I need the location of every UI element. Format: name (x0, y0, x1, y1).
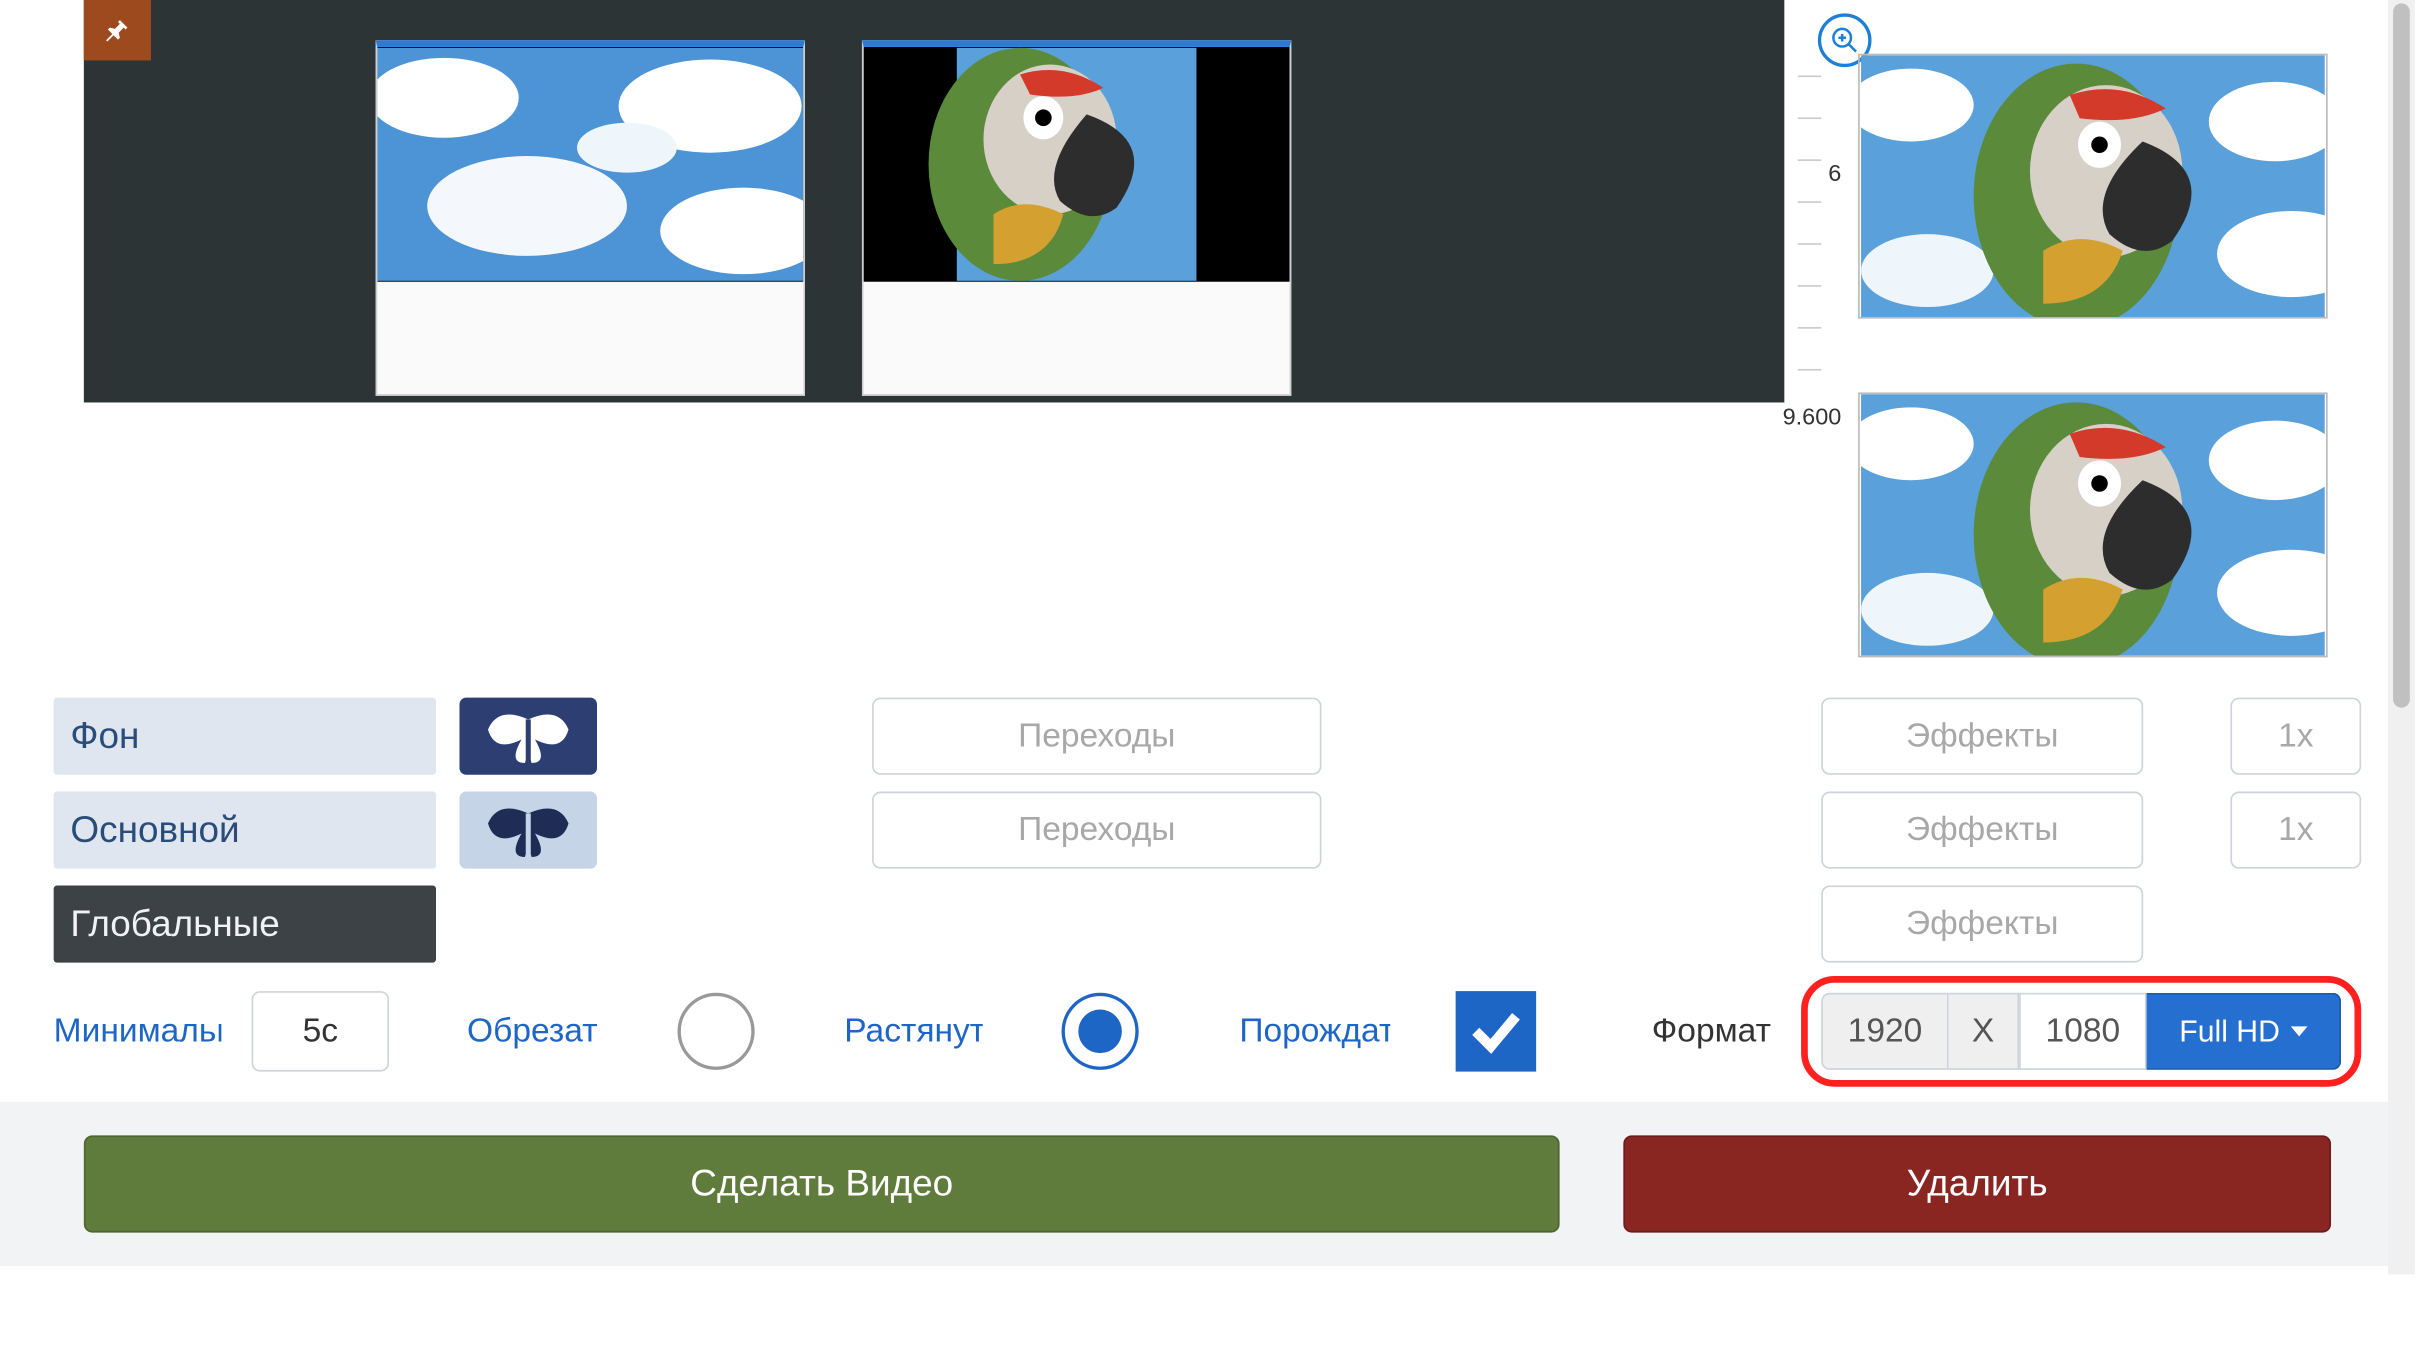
effects-button[interactable]: Эффекты (1821, 698, 2143, 775)
preview-stage (84, 0, 1784, 402)
sky-clouds-image (377, 47, 803, 282)
speed-button[interactable]: 1x (2230, 792, 2361, 869)
format-separator: X (1949, 993, 2019, 1070)
effects-button[interactable]: Эффекты (1821, 885, 2143, 962)
format-width[interactable]: 1920 (1821, 993, 1948, 1070)
make-video-button[interactable]: Сделать Видео (84, 1135, 1560, 1232)
crop-label: Обрезать (467, 1012, 596, 1051)
format-height[interactable]: 1080 (2019, 993, 2146, 1070)
timeline-thumbnail-2[interactable] (862, 40, 1291, 396)
transitions-button[interactable]: Переходы (872, 698, 1321, 775)
frame-preview-1[interactable] (1858, 54, 2328, 319)
layer-main-label[interactable]: Основной (54, 792, 436, 869)
butterfly-icon[interactable] (459, 792, 597, 869)
butterfly-icon[interactable] (459, 698, 597, 775)
scrollbar-thumb[interactable] (2393, 3, 2410, 707)
layer-global-label[interactable]: Глобальные (54, 885, 436, 962)
frame-preview-2[interactable] (1858, 392, 2328, 657)
duration-input[interactable] (252, 991, 390, 1071)
parrot-image (864, 47, 1290, 282)
ruler-tick: 6 (1828, 159, 1848, 186)
delete-button[interactable]: Удалить (1623, 1135, 2331, 1232)
minimal-duration-label: Минимальная (54, 1012, 222, 1051)
stretch-label: Растянуть (844, 1012, 983, 1051)
speed-button[interactable]: 1x (2230, 698, 2361, 775)
crop-radio[interactable] (677, 993, 754, 1070)
stretch-radio[interactable] (1061, 993, 1138, 1070)
ruler-tick: 9.600 (1783, 402, 1848, 429)
timeline-thumbnail-1[interactable] (376, 40, 805, 396)
effects-button[interactable]: Эффекты (1821, 792, 2143, 869)
transitions-button[interactable]: Переходы (872, 792, 1321, 869)
format-group-highlight: 1920 X 1080 Full HD (1801, 976, 2361, 1087)
format-label: Формат (1652, 1012, 1771, 1051)
generate-label: Порождать (1239, 1012, 1390, 1051)
generate-checkbox[interactable] (1456, 991, 1536, 1071)
format-preset-dropdown[interactable]: Full HD (2147, 993, 2342, 1070)
layer-background-label[interactable]: Фон (54, 698, 436, 775)
footer-bar: Сделать Видео Удалить (0, 1102, 2415, 1266)
vertical-scrollbar[interactable] (2388, 0, 2415, 1275)
